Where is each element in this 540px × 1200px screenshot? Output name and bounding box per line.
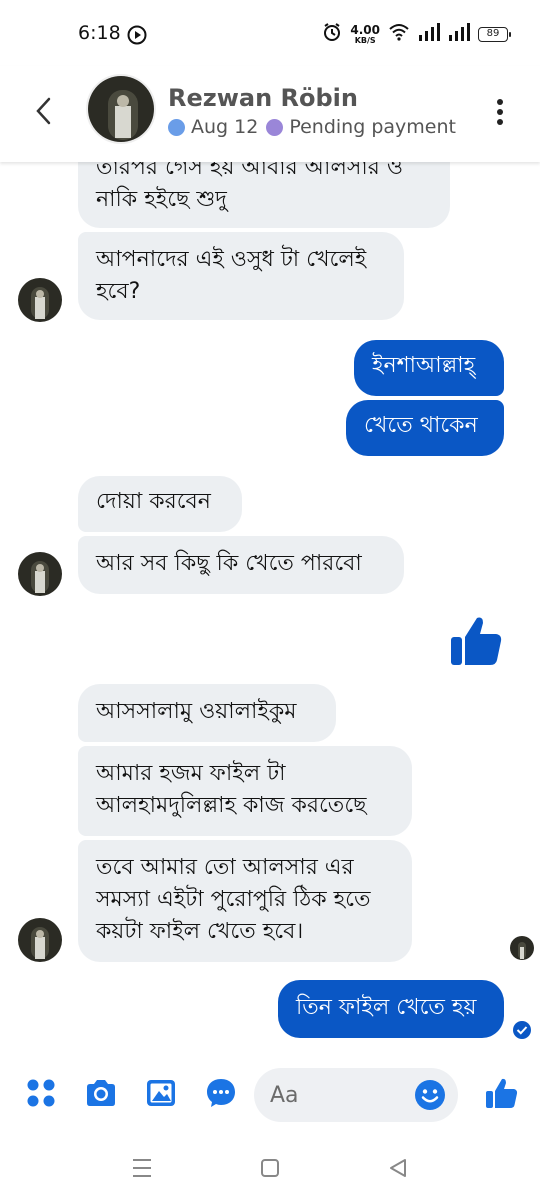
seen-indicator-avatar bbox=[510, 936, 534, 960]
message-incoming[interactable]: আসসালামু ওয়ালাইকুম bbox=[78, 684, 336, 742]
message-input[interactable] bbox=[270, 1080, 410, 1110]
message-list[interactable]: তারপর গেস হয় আবার আলসার ও নাকি হইছে শুদ… bbox=[0, 162, 540, 1050]
chat-bubble-icon[interactable] bbox=[204, 1076, 238, 1110]
network-speed-unit: KB/S bbox=[354, 35, 376, 45]
playback-status-icon bbox=[126, 24, 148, 50]
message-input-box[interactable] bbox=[254, 1068, 458, 1122]
status-dot-icon bbox=[266, 118, 284, 136]
signal-icon bbox=[418, 23, 440, 45]
message-incoming[interactable]: আমার হজম ফাইল টা আলহামদুলিল্লাহ কাজ করতে… bbox=[78, 746, 412, 836]
more-options-button[interactable] bbox=[494, 98, 506, 126]
message-outgoing[interactable]: ইনশাআল্লাহ্ bbox=[354, 340, 504, 396]
status-bar: 6:18 4.00 KB/S 89 bbox=[0, 0, 540, 66]
emoji-icon[interactable] bbox=[414, 1079, 446, 1111]
network-speed-value: 4.00 bbox=[350, 22, 380, 37]
gallery-icon[interactable] bbox=[144, 1076, 178, 1110]
camera-icon[interactable] bbox=[84, 1076, 118, 1110]
signal-icon-2 bbox=[448, 23, 470, 45]
message-incoming[interactable]: তারপর গেস হয় আবার আলসার ও নাকি হইছে শুদ… bbox=[78, 162, 450, 228]
home-icon[interactable] bbox=[258, 1156, 282, 1180]
message-composer bbox=[0, 1062, 540, 1130]
sender-avatar[interactable] bbox=[18, 278, 62, 322]
battery-icon: 89 bbox=[478, 26, 511, 42]
message-outgoing[interactable]: খেতে থাকেন bbox=[346, 400, 504, 456]
back-nav-icon[interactable] bbox=[386, 1156, 410, 1180]
message-incoming[interactable]: আর সব কিছু কি খেতে পারবো bbox=[78, 536, 404, 594]
sender-avatar[interactable] bbox=[18, 918, 62, 962]
message-incoming[interactable]: আপনাদের এই ওসুধ টা খেলেই হবে? bbox=[78, 232, 404, 320]
contact-avatar[interactable] bbox=[86, 74, 156, 144]
network-speed: 4.00 KB/S bbox=[350, 24, 380, 45]
system-nav-bar bbox=[0, 1140, 540, 1200]
conversation-header: Rezwan Röbin Aug 12 Pending payment bbox=[0, 66, 540, 162]
date-label: Aug 12 bbox=[191, 116, 259, 138]
contact-name[interactable]: Rezwan Röbin bbox=[168, 84, 358, 112]
contact-meta: Aug 12 Pending payment bbox=[168, 116, 456, 138]
message-outgoing[interactable]: তিন ফাইল খেতে হয় bbox=[278, 980, 504, 1038]
back-button[interactable] bbox=[30, 94, 58, 128]
like-icon[interactable] bbox=[484, 1076, 518, 1110]
status-time: 6:18 bbox=[78, 22, 121, 44]
delivered-check-icon bbox=[512, 1020, 532, 1040]
wifi-icon bbox=[388, 23, 410, 45]
thumbs-up-icon[interactable] bbox=[448, 612, 504, 668]
alarm-icon bbox=[322, 22, 342, 46]
date-dot-icon bbox=[168, 118, 185, 136]
status-icons: 4.00 KB/S 89 bbox=[322, 22, 511, 46]
status-label: Pending payment bbox=[289, 116, 456, 138]
recent-apps-icon[interactable] bbox=[130, 1156, 154, 1180]
apps-icon[interactable] bbox=[24, 1076, 58, 1110]
message-incoming[interactable]: তবে আমার তো আলসার এর সমস্যা এইটা পুরোপুর… bbox=[78, 840, 412, 962]
message-incoming[interactable]: দোয়া করবেন bbox=[78, 476, 242, 532]
sender-avatar[interactable] bbox=[18, 552, 62, 596]
